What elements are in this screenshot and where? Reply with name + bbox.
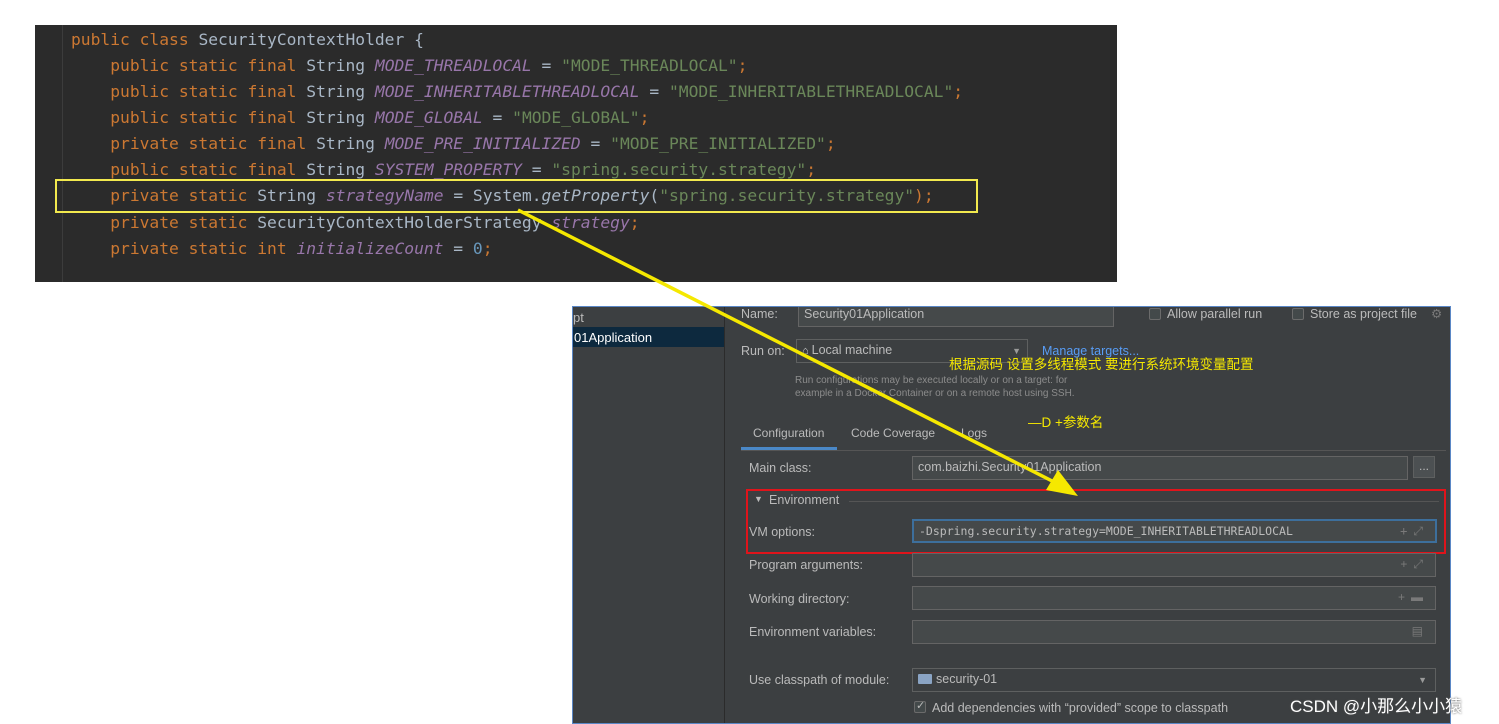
code-token: public static final xyxy=(71,82,307,101)
code-token: = xyxy=(443,239,473,258)
code-token: private static xyxy=(71,213,258,232)
classpath-module-dropdown[interactable]: security-01 ▼ xyxy=(912,668,1436,692)
code-token: public class xyxy=(71,30,199,49)
code-line: public static final String MODE_GLOBAL =… xyxy=(71,108,649,128)
code-token: ; xyxy=(737,56,748,75)
code-token: = xyxy=(482,108,513,127)
code-token: = xyxy=(639,82,669,101)
code-token: 0 xyxy=(472,239,483,258)
code-token: String xyxy=(306,108,375,127)
run-on-help-line-1: Run configurations may be executed local… xyxy=(795,375,1068,386)
code-token: "MODE_GLOBAL" xyxy=(512,108,640,127)
code-token: ; xyxy=(482,239,493,258)
configuration-list-pane: pt 01Application xyxy=(573,307,725,723)
run-on-value: Local machine xyxy=(811,343,893,357)
code-token: String xyxy=(316,134,385,153)
main-class-value: com.baizhi.Security01Application xyxy=(918,460,1102,474)
add-dependencies-label: Add dependencies with “provided” scope t… xyxy=(932,701,1229,715)
main-class-label: Main class: xyxy=(749,461,812,475)
browse-main-class-button[interactable]: ... xyxy=(1413,456,1435,478)
code-line: private static SecurityContextHolderStra… xyxy=(71,213,640,233)
config-list-item-label: 01Application xyxy=(574,330,653,345)
program-arguments-input[interactable]: +⤢ xyxy=(912,553,1436,577)
store-project-label: Store as project file xyxy=(1310,307,1417,321)
csdn-watermark: CSDN @小那么小小猿 xyxy=(1290,697,1463,716)
add-expand-icons[interactable]: +⤢ xyxy=(1400,557,1429,572)
code-token: = xyxy=(521,160,552,179)
tab-logs[interactable]: Logs xyxy=(961,426,987,440)
code-line: public static final String MODE_INHERITA… xyxy=(71,82,963,102)
code-token: public static final xyxy=(71,160,307,179)
annotation-note-1: 根据源码 设置多线程模式 要进行系统环境变量配置 xyxy=(949,357,1254,372)
code-token: SecurityContextHolderStrategy xyxy=(257,213,552,232)
code-token: "MODE_INHERITABLETHREADLOCAL" xyxy=(668,82,954,101)
working-directory-input[interactable]: +▬ xyxy=(912,586,1436,610)
name-input-value: Security01Application xyxy=(804,307,925,321)
code-token: String xyxy=(306,56,375,75)
code-token: "spring.security.strategy" xyxy=(551,160,807,179)
code-token: "MODE_PRE_INITIALIZED" xyxy=(610,134,826,153)
code-token: public static final xyxy=(71,56,307,75)
code-token: MODE_INHERITABLETHREADLOCAL xyxy=(374,82,640,101)
code-token: ; xyxy=(639,108,650,127)
add-dependencies-checkbox[interactable] xyxy=(914,699,926,713)
chevron-down-icon: ▼ xyxy=(1418,675,1427,685)
code-line: public static final String MODE_THREADLO… xyxy=(71,56,747,76)
code-token: SecurityContextHolder { xyxy=(198,30,424,49)
allow-parallel-checkbox[interactable] xyxy=(1149,308,1161,320)
code-line: public static final String SYSTEM_PROPER… xyxy=(71,160,816,180)
tab-separator xyxy=(741,450,1446,451)
folder-icon[interactable]: +▬ xyxy=(1398,590,1429,604)
config-list-header: pt xyxy=(573,310,584,325)
code-token: MODE_THREADLOCAL xyxy=(374,56,532,75)
code-token: = xyxy=(580,134,611,153)
allow-parallel-label: Allow parallel run xyxy=(1167,307,1263,321)
run-on-label: Run on: xyxy=(741,344,785,358)
code-token: public static final xyxy=(71,108,307,127)
code-editor[interactable]: public class SecurityContextHolder { pub… xyxy=(35,25,1117,282)
classpath-module-value: security-01 xyxy=(936,672,998,686)
tab-configuration[interactable]: Configuration xyxy=(753,426,824,440)
code-token: String xyxy=(306,160,375,179)
document-icon[interactable]: ▤ xyxy=(1412,624,1429,638)
code-line: private static final String MODE_PRE_INI… xyxy=(71,134,836,154)
code-token: SYSTEM_PROPERTY xyxy=(374,160,522,179)
main-class-input[interactable]: com.baizhi.Security01Application xyxy=(912,456,1408,480)
code-token: MODE_GLOBAL xyxy=(374,108,483,127)
classpath-module-label: Use classpath of module: xyxy=(749,673,890,687)
environment-highlight-box xyxy=(746,489,1446,554)
environment-variables-input[interactable]: ▤ xyxy=(912,620,1436,644)
code-token: "MODE_THREADLOCAL" xyxy=(561,56,738,75)
code-token: String xyxy=(306,82,375,101)
name-label: Name: xyxy=(741,307,778,321)
annotation-note-2: —D +参数名 xyxy=(1028,415,1104,430)
code-token: = xyxy=(531,56,562,75)
code-line: private static int initializeCount = 0; xyxy=(71,239,493,259)
gear-icon[interactable]: ⚙ xyxy=(1431,307,1442,321)
run-on-help-line-2: example in a Docker Container or on a re… xyxy=(795,388,1075,399)
code-token: initializeCount xyxy=(296,239,444,258)
working-directory-label: Working directory: xyxy=(749,592,850,606)
store-project-checkbox[interactable] xyxy=(1292,308,1304,320)
code-line: public class SecurityContextHolder { xyxy=(71,30,424,50)
code-token: private static int xyxy=(71,239,297,258)
code-token: ; xyxy=(825,134,836,153)
strategy-name-highlight-box xyxy=(55,179,978,213)
code-token: MODE_PRE_INITIALIZED xyxy=(384,134,581,153)
home-icon: ⌂ xyxy=(802,345,809,357)
code-token: ; xyxy=(806,160,817,179)
code-token: ; xyxy=(629,213,640,232)
code-token: private static final xyxy=(71,134,317,153)
environment-variables-label: Environment variables: xyxy=(749,625,877,639)
program-arguments-label: Program arguments: xyxy=(749,558,863,572)
code-token: ; xyxy=(953,82,964,101)
module-folder-icon xyxy=(918,674,932,684)
code-token: strategy xyxy=(551,213,630,232)
gutter-divider xyxy=(62,25,63,282)
tab-code-coverage[interactable]: Code Coverage xyxy=(851,426,935,440)
name-input[interactable]: Security01Application xyxy=(798,307,1114,327)
